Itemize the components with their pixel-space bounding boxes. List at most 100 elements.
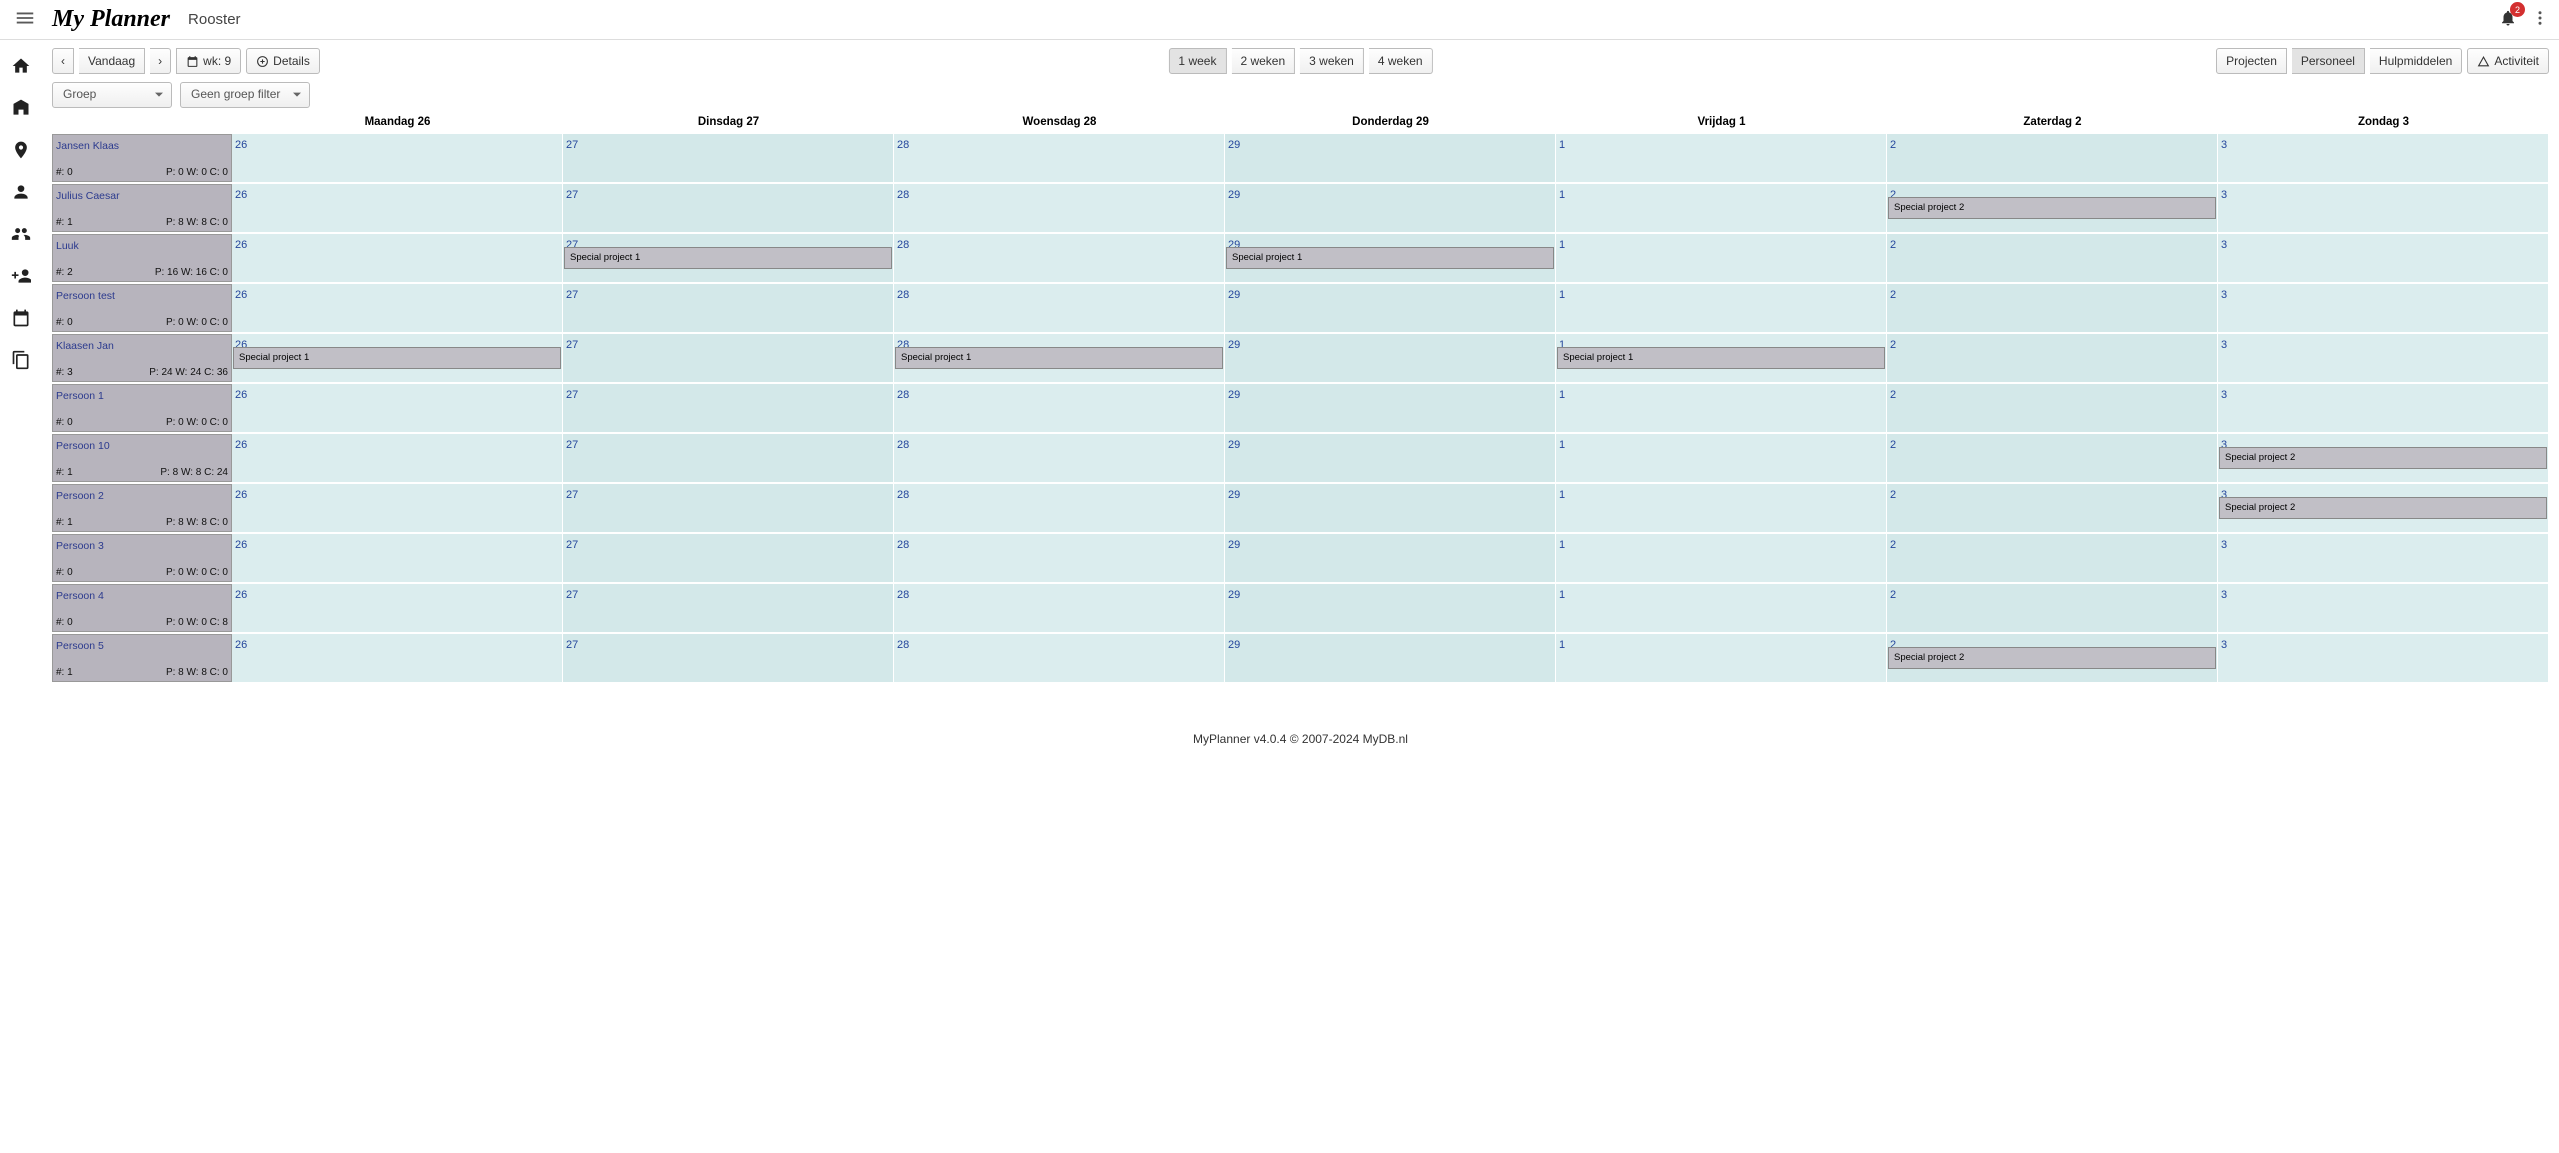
day-cell[interactable]: 27 — [563, 334, 894, 382]
day-cell[interactable]: 28 — [894, 234, 1225, 282]
person-cell[interactable]: Persoon 10#: 1P: 8 W: 8 C: 24 — [52, 434, 232, 482]
day-cell[interactable]: 29 — [1225, 484, 1556, 532]
day-cell[interactable]: 29 — [1225, 134, 1556, 182]
day-cell[interactable]: 27 — [563, 484, 894, 532]
prev-button[interactable]: ‹ — [52, 48, 74, 74]
day-cell[interactable]: 28 — [894, 534, 1225, 582]
day-cell[interactable]: 3 — [2218, 184, 2549, 232]
today-button[interactable]: Vandaag — [79, 48, 145, 74]
person-icon[interactable] — [11, 182, 31, 202]
day-cell[interactable]: 26 — [232, 484, 563, 532]
day-cell[interactable]: 3Special project 2 — [2218, 434, 2549, 482]
day-cell[interactable]: 27Special project 1 — [563, 234, 894, 282]
group-select[interactable]: Groep — [52, 82, 172, 108]
range-2weken[interactable]: 2 weken — [1231, 48, 1295, 74]
day-cell[interactable]: 3 — [2218, 234, 2549, 282]
day-cell[interactable]: 29 — [1225, 384, 1556, 432]
event-block[interactable]: Special project 1 — [564, 247, 892, 269]
day-cell[interactable]: 26Special project 1 — [232, 334, 563, 382]
event-block[interactable]: Special project 2 — [1888, 647, 2216, 669]
day-cell[interactable]: 3 — [2218, 284, 2549, 332]
next-button[interactable]: › — [150, 48, 171, 74]
calendar-icon[interactable] — [11, 308, 31, 328]
day-cell[interactable]: 1 — [1556, 534, 1887, 582]
day-cell[interactable]: 2 — [1887, 384, 2218, 432]
day-cell[interactable]: 3 — [2218, 334, 2549, 382]
person-cell[interactable]: Persoon test#: 0P: 0 W: 0 C: 0 — [52, 284, 232, 332]
day-cell[interactable]: 1 — [1556, 134, 1887, 182]
person-cell[interactable]: Persoon 2#: 1P: 8 W: 8 C: 0 — [52, 484, 232, 532]
day-cell[interactable]: 29 — [1225, 434, 1556, 482]
day-cell[interactable]: 2Special project 2 — [1887, 634, 2218, 682]
day-cell[interactable]: 27 — [563, 434, 894, 482]
hamburger-button[interactable] — [10, 3, 40, 36]
day-cell[interactable]: 28 — [894, 584, 1225, 632]
day-cell[interactable]: 29 — [1225, 284, 1556, 332]
day-cell[interactable]: 28 — [894, 434, 1225, 482]
event-block[interactable]: Special project 1 — [233, 347, 561, 369]
day-cell[interactable]: 3 — [2218, 634, 2549, 682]
person-cell[interactable]: Klaasen Jan#: 3P: 24 W: 24 C: 36 — [52, 334, 232, 382]
copy-icon[interactable] — [11, 350, 31, 370]
day-cell[interactable]: 29 — [1225, 334, 1556, 382]
event-block[interactable]: Special project 1 — [1557, 347, 1885, 369]
day-cell[interactable]: 3 — [2218, 584, 2549, 632]
day-cell[interactable]: 26 — [232, 384, 563, 432]
person-cell[interactable]: Persoon 1#: 0P: 0 W: 0 C: 0 — [52, 384, 232, 432]
day-cell[interactable]: 2 — [1887, 134, 2218, 182]
day-cell[interactable]: 2 — [1887, 534, 2218, 582]
range-1week[interactable]: 1 week — [1168, 48, 1226, 74]
range-3weken[interactable]: 3 weken — [1300, 48, 1364, 74]
event-block[interactable]: Special project 2 — [1888, 197, 2216, 219]
day-cell[interactable]: 29 — [1225, 184, 1556, 232]
day-cell[interactable]: 28 — [894, 634, 1225, 682]
day-cell[interactable]: 1 — [1556, 584, 1887, 632]
day-cell[interactable]: 28Special project 1 — [894, 334, 1225, 382]
person-add-icon[interactable] — [11, 266, 31, 286]
day-cell[interactable]: 28 — [894, 134, 1225, 182]
day-cell[interactable]: 26 — [232, 434, 563, 482]
day-cell[interactable]: 1 — [1556, 184, 1887, 232]
event-block[interactable]: Special project 1 — [895, 347, 1223, 369]
day-cell[interactable]: 27 — [563, 634, 894, 682]
tab-activiteit[interactable]: Activiteit — [2467, 48, 2549, 74]
day-cell[interactable]: 2Special project 2 — [1887, 184, 2218, 232]
day-cell[interactable]: 27 — [563, 384, 894, 432]
day-cell[interactable]: 27 — [563, 534, 894, 582]
day-cell[interactable]: 28 — [894, 184, 1225, 232]
event-block[interactable]: Special project 2 — [2219, 447, 2547, 469]
day-cell[interactable]: 1 — [1556, 484, 1887, 532]
day-cell[interactable]: 2 — [1887, 284, 2218, 332]
day-cell[interactable]: 1 — [1556, 434, 1887, 482]
day-cell[interactable]: 1 — [1556, 234, 1887, 282]
person-cell[interactable]: Jansen Klaas#: 0P: 0 W: 0 C: 0 — [52, 134, 232, 182]
day-cell[interactable]: 2 — [1887, 334, 2218, 382]
day-cell[interactable]: 1 — [1556, 384, 1887, 432]
tab-hulpmiddelen[interactable]: Hulpmiddelen — [2370, 48, 2462, 74]
event-block[interactable]: Special project 1 — [1226, 247, 1554, 269]
day-cell[interactable]: 1 — [1556, 284, 1887, 332]
day-cell[interactable]: 26 — [232, 284, 563, 332]
tab-projecten[interactable]: Projecten — [2216, 48, 2287, 74]
day-cell[interactable]: 1Special project 1 — [1556, 334, 1887, 382]
day-cell[interactable]: 29 — [1225, 534, 1556, 582]
day-cell[interactable]: 29 — [1225, 634, 1556, 682]
details-button[interactable]: Details — [246, 48, 320, 74]
event-block[interactable]: Special project 2 — [2219, 497, 2547, 519]
person-cell[interactable]: Persoon 4#: 0P: 0 W: 0 C: 8 — [52, 584, 232, 632]
day-cell[interactable]: 27 — [563, 134, 894, 182]
day-cell[interactable]: 2 — [1887, 584, 2218, 632]
range-4weken[interactable]: 4 weken — [1369, 48, 1433, 74]
day-cell[interactable]: 27 — [563, 184, 894, 232]
day-cell[interactable]: 3 — [2218, 384, 2549, 432]
tab-personeel[interactable]: Personeel — [2292, 48, 2365, 74]
day-cell[interactable]: 2 — [1887, 484, 2218, 532]
day-cell[interactable]: 26 — [232, 584, 563, 632]
day-cell[interactable]: 3Special project 2 — [2218, 484, 2549, 532]
group-icon[interactable] — [11, 224, 31, 244]
day-cell[interactable]: 3 — [2218, 534, 2549, 582]
home-icon[interactable] — [11, 56, 31, 76]
person-cell[interactable]: Julius Caesar#: 1P: 8 W: 8 C: 0 — [52, 184, 232, 232]
day-cell[interactable]: 1 — [1556, 634, 1887, 682]
day-cell[interactable]: 27 — [563, 584, 894, 632]
